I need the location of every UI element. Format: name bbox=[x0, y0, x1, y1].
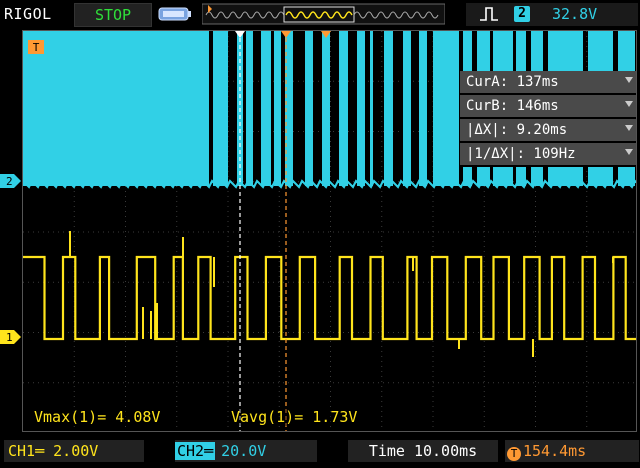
svg-text:1: 1 bbox=[6, 331, 13, 344]
ch2-scale: 20.0V bbox=[221, 442, 267, 460]
trigger-position-icon bbox=[321, 31, 331, 38]
cursor-readout-panel: CurA: 137ms CurB: 146ms |ΔX|: 9.20ms |1/… bbox=[460, 71, 636, 167]
ch1-ground-marker[interactable]: 1 bbox=[0, 330, 22, 344]
trigger-marker-icon[interactable]: T bbox=[28, 40, 44, 54]
cursor-b-handle bbox=[281, 31, 291, 38]
delta-x-readout: |ΔX|: 9.20ms bbox=[460, 119, 636, 141]
ch2-label: CH2═ bbox=[175, 442, 216, 460]
waveform-display[interactable]: CurA: 137ms CurB: 146ms |ΔX|: 9.20ms |1/… bbox=[22, 30, 637, 432]
trigger-offset-box[interactable]: T 154.4ms bbox=[505, 440, 639, 462]
dropdown-icon bbox=[625, 125, 633, 131]
inverse-delta-x-readout: |1/ΔX|: 109Hz bbox=[460, 143, 636, 165]
trigger-offset-icon: T bbox=[507, 447, 521, 461]
ch2-ground-marker[interactable]: 2 bbox=[0, 174, 22, 188]
cursor-a-handle bbox=[235, 31, 245, 38]
brand-logo: RIGOL bbox=[4, 5, 52, 23]
top-status-bar: RIGOL STOP 2 32.8V bbox=[0, 0, 640, 30]
svg-text:2: 2 bbox=[6, 175, 13, 188]
bottom-status-bar: CH1═ 2.00V CH2═ 20.0V Time 10.00ms T 154.4… bbox=[0, 434, 640, 468]
waveform-memory-strip[interactable] bbox=[202, 3, 445, 25]
vavg-measurement: Vavg(1)= 1.73V bbox=[231, 408, 358, 426]
svg-text:T: T bbox=[33, 41, 40, 54]
dropdown-icon bbox=[625, 149, 633, 155]
vmax-measurement: Vmax(1)= 4.08V bbox=[34, 408, 161, 426]
memory-depth-icon bbox=[158, 7, 191, 21]
dropdown-icon bbox=[625, 77, 633, 83]
cursor-a-readout: CurA: 137ms bbox=[460, 71, 636, 93]
trigger-source-badge: 2 bbox=[514, 6, 530, 22]
run-stop-indicator[interactable]: STOP bbox=[74, 3, 152, 27]
ch2-scale-box[interactable]: CH2═ 20.0V bbox=[175, 440, 317, 462]
dropdown-icon bbox=[625, 101, 633, 107]
ch1-scale[interactable]: CH1═ 2.00V bbox=[4, 440, 144, 462]
cursor-b-readout: CurB: 146ms bbox=[460, 95, 636, 117]
timebase[interactable]: Time 10.00ms bbox=[348, 440, 498, 462]
trigger-offset: 154.4ms bbox=[523, 442, 587, 460]
trigger-level: 32.8V bbox=[552, 5, 598, 23]
rising-edge-icon bbox=[480, 7, 498, 21]
